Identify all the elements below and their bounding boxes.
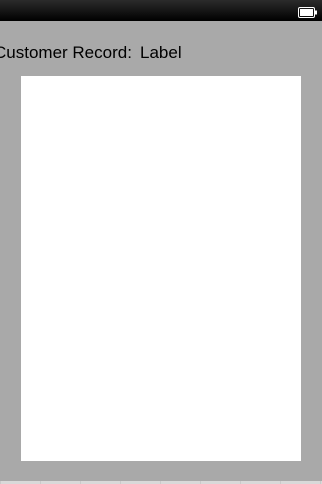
status-bar [0, 0, 322, 21]
customer-record-label: Customer Record: [0, 43, 132, 62]
battery-full-icon [298, 5, 318, 18]
main-view: Customer Record: Label [0, 21, 322, 481]
content-panel [21, 76, 301, 461]
simulator-screen: Customer Record: Label [0, 0, 322, 484]
customer-record-value: Label [140, 43, 182, 62]
